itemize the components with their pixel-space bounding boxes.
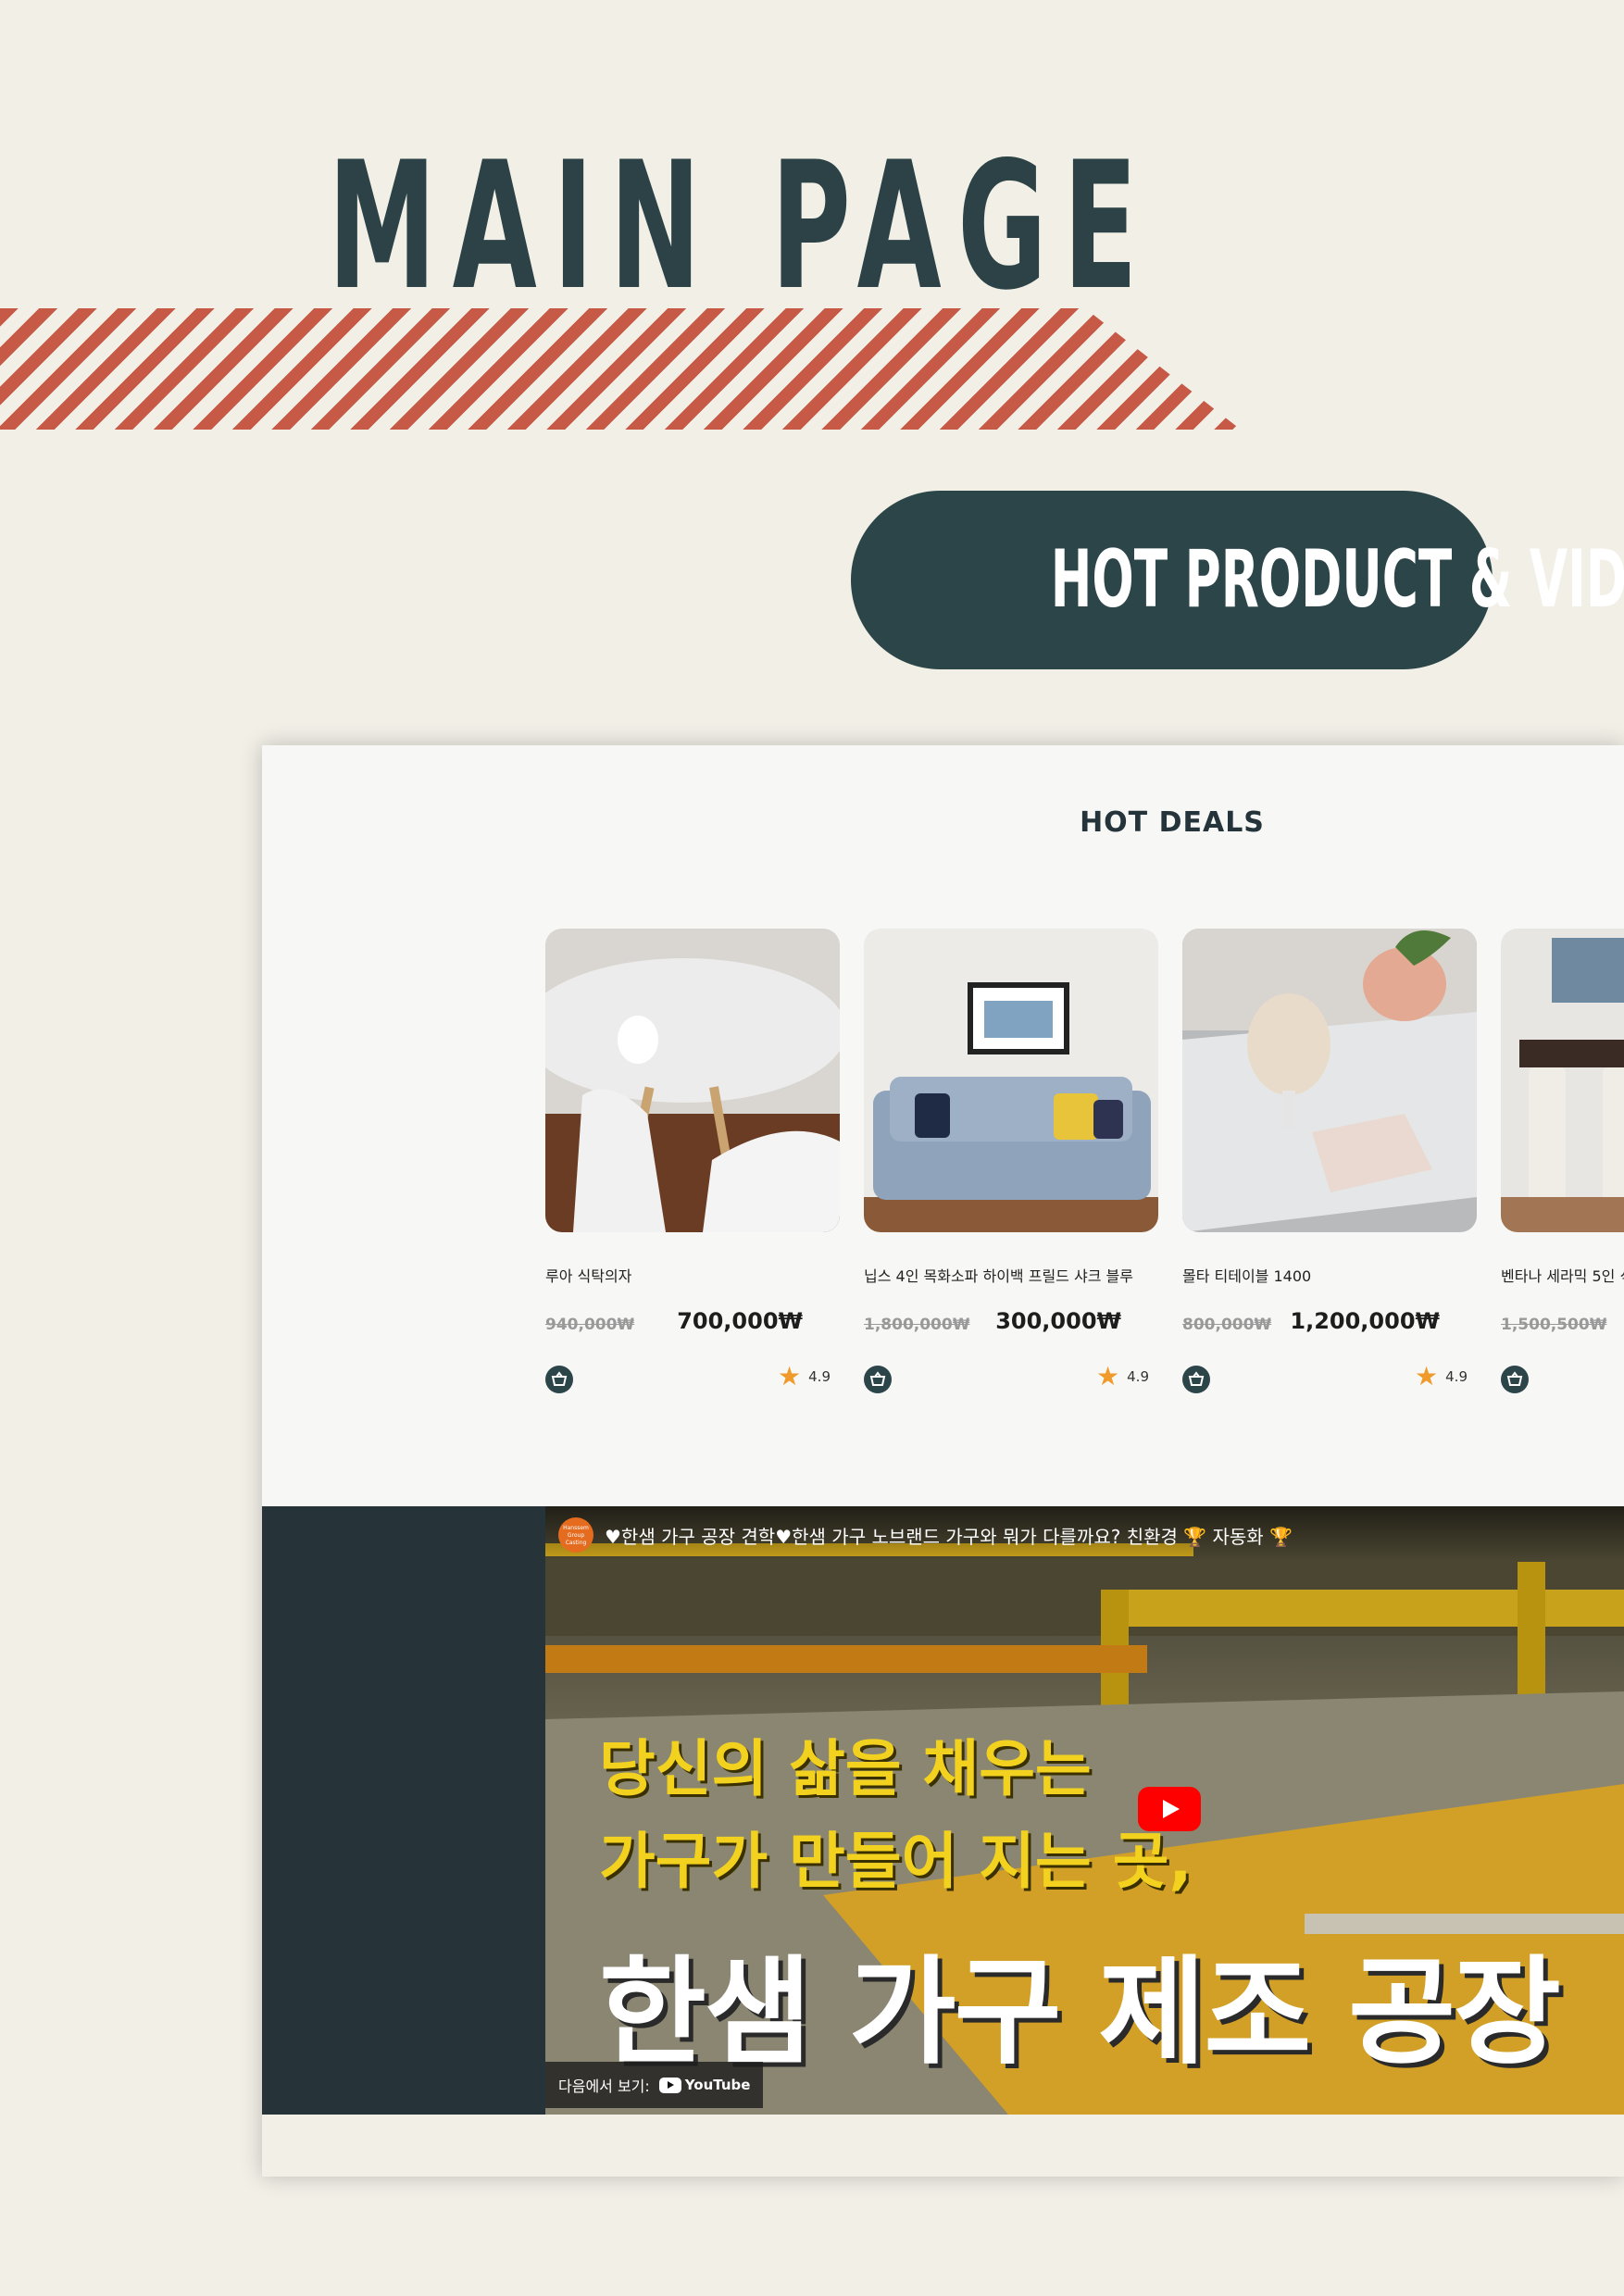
product-name[interactable]: 벤타나 세라믹 5인 식탁 <box>1501 1264 1624 1286</box>
product-card[interactable]: 루아 식탁의자 940,000₩ 700,000₩ ★ 4.9 <box>545 929 840 1393</box>
product-image[interactable] <box>864 929 1158 1232</box>
product-rating: ★ 4.9 <box>1096 1364 1149 1390</box>
hot-deals-title: HOT DEALS <box>1080 806 1265 839</box>
watch-on-youtube-button[interactable]: 다음에서 보기: YouTube <box>545 2062 764 2108</box>
product-image[interactable] <box>1182 929 1477 1232</box>
section-pill: HOT PRODUCT & VIDEO <box>851 491 1624 669</box>
youtube-video-embed[interactable]: Hanssem Group Casting ♥한샘 가구 공장 견학♥한샘 가구… <box>545 1506 1624 2115</box>
product-sale-price: 700,000₩ <box>677 1308 803 1334</box>
screenshot-frame: HOT DEALS 루아 식탁의자 940,000₩ 700,000₩ ★ 4.… <box>262 745 1624 2177</box>
product-card[interactable]: 닙스 4인 목화소파 하이백 프릴드 샤크 블루 1,800,000₩ 300,… <box>864 929 1158 1393</box>
video-section: Hanssem Group Casting ♥한샘 가구 공장 견학♥한샘 가구… <box>262 1506 1624 2115</box>
cart-icon[interactable] <box>1501 1366 1529 1393</box>
channel-avatar[interactable]: Hanssem Group Casting <box>558 1517 593 1553</box>
play-button[interactable] <box>1138 1787 1201 1831</box>
cart-icon[interactable] <box>1182 1366 1210 1393</box>
video-title-bar: Hanssem Group Casting ♥한샘 가구 공장 견학♥한샘 가구… <box>545 1506 1624 1562</box>
rating-value: 4.9 <box>808 1368 831 1385</box>
section-pill-label: HOT PRODUCT & VIDEO <box>1050 533 1624 626</box>
hot-deals-section: HOT DEALS 루아 식탁의자 940,000₩ 700,000₩ ★ 4.… <box>262 745 1624 1506</box>
product-sale-price: 1,200,000₩ <box>1290 1308 1440 1334</box>
product-image[interactable] <box>1501 929 1624 1232</box>
star-icon: ★ <box>1415 1361 1439 1391</box>
video-title[interactable]: ♥한샘 가구 공장 견학♥한샘 가구 노브랜드 가구와 뭐가 다를까요? 친환경… <box>605 1522 1293 1549</box>
play-icon <box>1163 1800 1180 1818</box>
cart-icon[interactable] <box>545 1366 573 1393</box>
product-original-price: 800,000₩ <box>1182 1316 1272 1334</box>
product-image[interactable] <box>545 929 840 1232</box>
cart-icon[interactable] <box>864 1366 892 1393</box>
product-original-price: 1,800,000₩ <box>864 1316 970 1334</box>
youtube-label: YouTube <box>684 2077 751 2093</box>
product-rating: ★ 4.9 <box>778 1364 831 1390</box>
video-subtitle-line2: 가구가 만들어 지는 곳, <box>599 1826 1193 1897</box>
product-card[interactable]: 몰타 티테이블 1400 800,000₩ 1,200,000₩ ★ 4.9 <box>1182 929 1477 1393</box>
page-title: MAIN PAGE <box>328 124 1154 329</box>
product-sale-price: 300,000₩ <box>995 1308 1121 1334</box>
product-card[interactable]: 벤타나 세라믹 5인 식탁 1,500,500₩ <box>1501 929 1624 1393</box>
decorative-stripe-band <box>0 308 1241 430</box>
watch-on-label: 다음에서 보기: <box>558 2078 650 2095</box>
product-name[interactable]: 루아 식탁의자 <box>545 1264 631 1286</box>
rating-value: 4.9 <box>1127 1368 1149 1385</box>
product-original-price: 940,000₩ <box>545 1316 635 1334</box>
youtube-logo: YouTube <box>658 2077 751 2093</box>
product-rating: ★ 4.9 <box>1415 1364 1468 1390</box>
product-name[interactable]: 닙스 4인 목화소파 하이백 프릴드 샤크 블루 <box>864 1264 1133 1286</box>
product-original-price: 1,500,500₩ <box>1501 1316 1607 1334</box>
star-icon: ★ <box>778 1361 802 1391</box>
video-subtitle-line1: 당신의 삶을 채우는 <box>599 1733 1092 1804</box>
youtube-icon <box>658 2077 681 2093</box>
product-name[interactable]: 몰타 티테이블 1400 <box>1182 1264 1311 1286</box>
rating-value: 4.9 <box>1445 1368 1468 1385</box>
star-icon: ★ <box>1096 1361 1120 1391</box>
